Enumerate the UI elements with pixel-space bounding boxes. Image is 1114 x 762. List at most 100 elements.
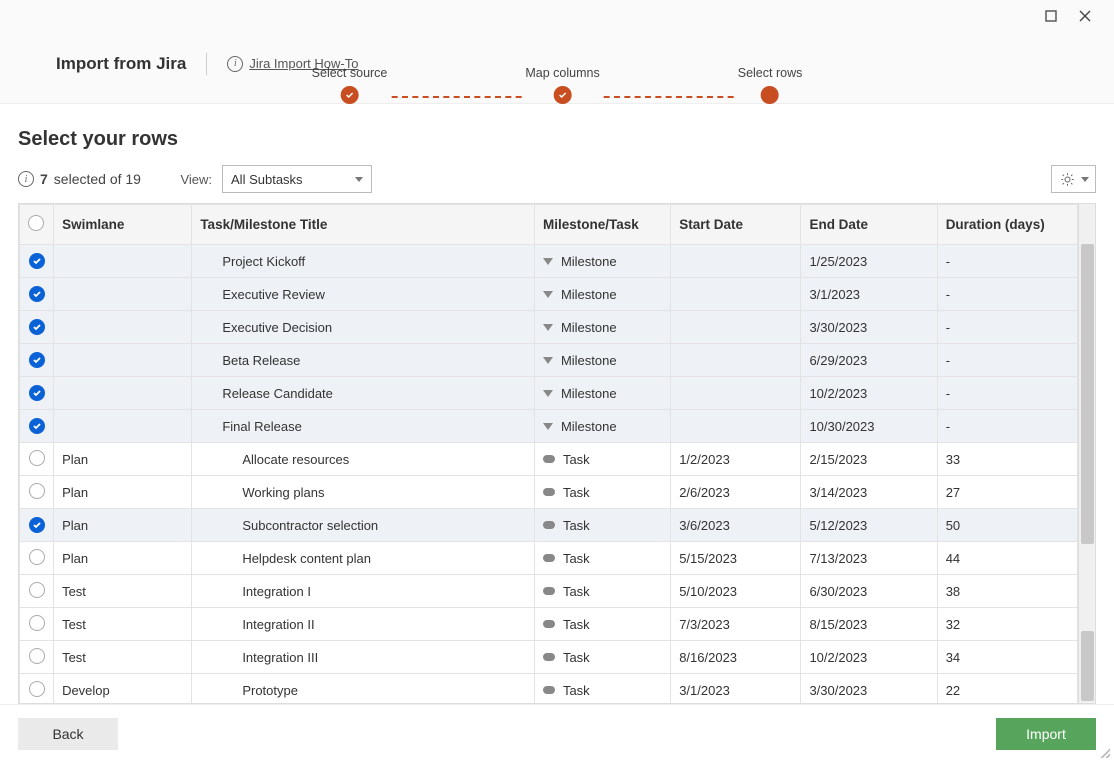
header-type[interactable]: Milestone/Task (534, 205, 670, 245)
header-title[interactable]: Task/Milestone Title (192, 205, 535, 245)
table-row[interactable]: PlanSubcontractor selectionTask3/6/20235… (20, 509, 1078, 542)
row-checkbox[interactable] (29, 352, 45, 368)
cell-type[interactable]: Task (534, 575, 670, 608)
header-swimlane[interactable]: Swimlane (54, 205, 192, 245)
cell-swimlane (54, 344, 192, 377)
cell-type[interactable]: Task (534, 509, 670, 542)
header-start[interactable]: Start Date (671, 205, 801, 245)
view-select[interactable]: All Subtasks (222, 165, 372, 193)
cell-title: Integration III (192, 641, 535, 674)
table-row[interactable]: TestIntegration ITask5/10/20236/30/20233… (20, 575, 1078, 608)
cell-end: 2/15/2023 (801, 443, 937, 476)
cell-start (671, 245, 801, 278)
row-checkbox[interactable] (29, 319, 45, 335)
row-checkbox[interactable] (29, 450, 45, 466)
milestone-icon (543, 291, 553, 298)
cell-title: Helpdesk content plan (192, 542, 535, 575)
cell-type[interactable]: Task (534, 542, 670, 575)
cell-title: Prototype (192, 674, 535, 704)
table-row[interactable]: DevelopPrototypeTask3/1/20233/30/202322 (20, 674, 1078, 704)
cell-type[interactable]: Task (534, 476, 670, 509)
row-checkbox[interactable] (29, 286, 45, 302)
cell-type[interactable]: Task (534, 674, 670, 704)
milestone-icon (543, 390, 553, 397)
type-label: Task (563, 617, 590, 632)
table-row[interactable]: Executive ReviewMilestone3/1/2023- (20, 278, 1078, 311)
cell-duration: 22 (937, 674, 1077, 704)
header-end[interactable]: End Date (801, 205, 937, 245)
row-checkbox[interactable] (29, 648, 45, 664)
row-checkbox[interactable] (29, 582, 45, 598)
cell-type[interactable]: Task (534, 608, 670, 641)
cell-swimlane: Test (54, 608, 192, 641)
cell-swimlane: Develop (54, 674, 192, 704)
resize-grip[interactable] (1098, 746, 1110, 758)
row-checkbox[interactable] (29, 385, 45, 401)
cell-swimlane (54, 278, 192, 311)
row-checkbox[interactable] (29, 483, 45, 499)
cell-duration: - (937, 278, 1077, 311)
cell-start (671, 344, 801, 377)
task-icon (543, 686, 555, 694)
type-label: Task (563, 485, 590, 500)
cell-type[interactable]: Milestone (534, 278, 670, 311)
cell-duration: 32 (937, 608, 1077, 641)
type-label: Milestone (561, 287, 617, 302)
close-button[interactable] (1068, 2, 1102, 30)
cell-type[interactable]: Task (534, 443, 670, 476)
row-checkbox[interactable] (29, 681, 45, 697)
type-label: Milestone (561, 353, 617, 368)
cell-type[interactable]: Task (534, 641, 670, 674)
type-label: Task (563, 452, 590, 467)
cell-type[interactable]: Milestone (534, 344, 670, 377)
table-row[interactable]: PlanWorking plansTask2/6/20233/14/202327 (20, 476, 1078, 509)
cell-start: 5/15/2023 (671, 542, 801, 575)
cell-start: 5/10/2023 (671, 575, 801, 608)
scrollbar[interactable] (1078, 204, 1095, 703)
table-row[interactable]: PlanHelpdesk content planTask5/15/20237/… (20, 542, 1078, 575)
header-check[interactable] (20, 205, 54, 245)
type-label: Milestone (561, 386, 617, 401)
window-controls (0, 0, 1114, 32)
row-checkbox[interactable] (29, 615, 45, 631)
view-label: View: (180, 172, 212, 187)
cell-type[interactable]: Milestone (534, 311, 670, 344)
table-row[interactable]: Final ReleaseMilestone10/30/2023- (20, 410, 1078, 443)
table-row[interactable]: Release CandidateMilestone10/2/2023- (20, 377, 1078, 410)
cell-duration: 38 (937, 575, 1077, 608)
row-checkbox[interactable] (29, 253, 45, 269)
type-label: Task (563, 683, 590, 698)
cell-swimlane (54, 311, 192, 344)
header-duration[interactable]: Duration (days) (937, 205, 1077, 245)
table-row[interactable]: Beta ReleaseMilestone6/29/2023- (20, 344, 1078, 377)
chevron-down-icon (355, 177, 363, 182)
row-checkbox[interactable] (29, 517, 45, 533)
table-row[interactable]: Project KickoffMilestone1/25/2023- (20, 245, 1078, 278)
cell-end: 8/15/2023 (801, 608, 937, 641)
cell-end: 10/2/2023 (801, 377, 937, 410)
table-row[interactable]: TestIntegration IITask7/3/20238/15/20233… (20, 608, 1078, 641)
import-button[interactable]: Import (996, 718, 1096, 750)
cell-start (671, 377, 801, 410)
maximize-button[interactable] (1034, 2, 1068, 30)
settings-button[interactable] (1051, 165, 1096, 193)
cell-type[interactable]: Milestone (534, 245, 670, 278)
scrollbar-thumb[interactable] (1081, 631, 1094, 701)
table-row[interactable]: Executive DecisionMilestone3/30/2023- (20, 311, 1078, 344)
info-icon: i (227, 56, 243, 72)
cell-end: 10/30/2023 (801, 410, 937, 443)
table-row[interactable]: TestIntegration IIITask8/16/202310/2/202… (20, 641, 1078, 674)
step-3-label: Select rows (738, 66, 803, 80)
cell-start: 8/16/2023 (671, 641, 801, 674)
row-checkbox[interactable] (29, 549, 45, 565)
back-button[interactable]: Back (18, 718, 118, 750)
cell-start (671, 278, 801, 311)
row-checkbox[interactable] (29, 418, 45, 434)
cell-type[interactable]: Milestone (534, 410, 670, 443)
table-row[interactable]: PlanAllocate resourcesTask1/2/20232/15/2… (20, 443, 1078, 476)
cell-start (671, 410, 801, 443)
select-all-checkbox[interactable] (28, 215, 44, 231)
gear-icon (1060, 172, 1075, 187)
cell-type[interactable]: Milestone (534, 377, 670, 410)
scrollbar-thumb[interactable] (1081, 244, 1094, 544)
